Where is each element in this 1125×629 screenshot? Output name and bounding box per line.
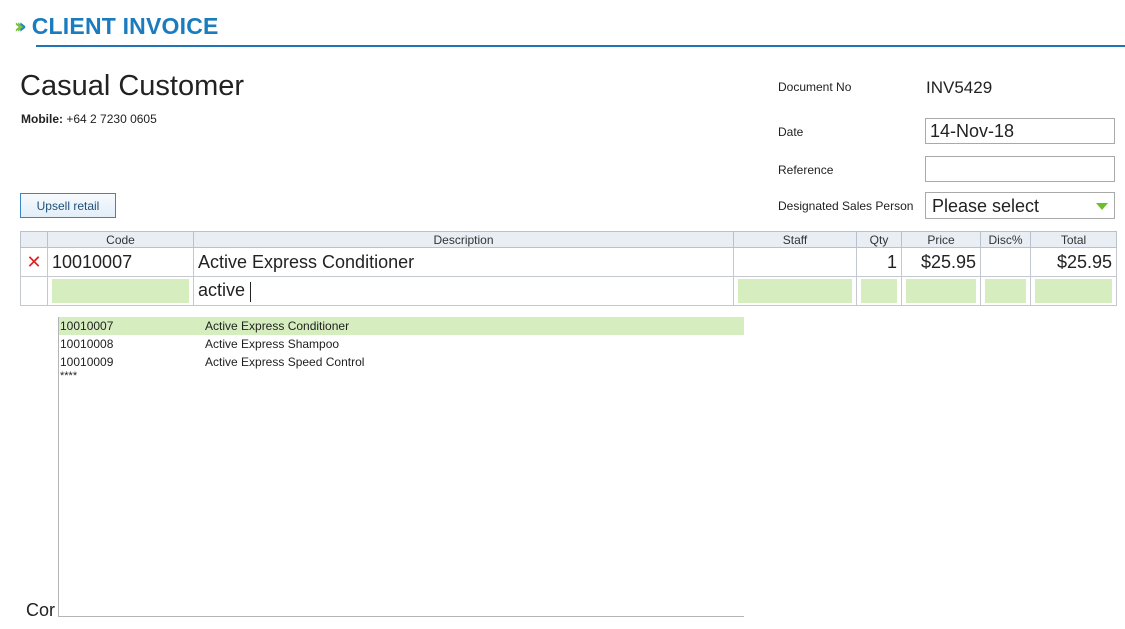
document-no-label: Document No — [778, 80, 852, 94]
row-disc[interactable] — [980, 247, 1031, 277]
col-header-description: Description — [193, 231, 734, 248]
row-code[interactable]: 10010007 — [47, 247, 194, 277]
row-price[interactable]: $25.95 — [901, 247, 981, 277]
sales-person-label: Designated Sales Person — [778, 199, 914, 213]
comments-label: Cor — [26, 600, 56, 620]
reference-label: Reference — [778, 163, 834, 177]
triangle-down-icon[interactable] — [1096, 203, 1108, 210]
table-row: ✕ 10010007 Active Express Conditioner 1 … — [20, 247, 1117, 277]
new-code-input[interactable] — [47, 276, 194, 306]
more-results-indicator[interactable]: **** — [59, 371, 744, 382]
table-header-row: Code Description Staff Qty Price Disc% T… — [20, 231, 1117, 248]
col-header-code: Code — [47, 231, 194, 248]
row-qty[interactable]: 1 — [856, 247, 902, 277]
autocomplete-dropdown: 10010007 Active Express Conditioner 1001… — [58, 317, 744, 617]
customer-mobile: Mobile: +64 2 7230 0605 — [21, 112, 157, 126]
double-chevron-icon: › › › — [14, 14, 27, 38]
col-header-price: Price — [901, 231, 981, 248]
sales-person-selected: Please select — [932, 196, 1040, 216]
description-input-text: active — [198, 280, 246, 301]
row-staff[interactable] — [733, 247, 857, 277]
page-title: CLIENT INVOICE — [31, 12, 219, 39]
item-description: Active Express Shampoo — [205, 337, 340, 351]
document-no-value: INV5429 — [926, 78, 993, 97]
col-header-disc: Disc% — [980, 231, 1031, 248]
page-header: › › › CLIENT INVOICE — [14, 11, 219, 41]
new-price-input[interactable] — [901, 276, 981, 306]
mobile-value: +64 2 7230 0605 — [66, 112, 157, 126]
item-description: Active Express Speed Control — [205, 355, 365, 369]
date-field[interactable] — [925, 118, 1115, 144]
new-item-row: active — [20, 276, 1117, 306]
item-code: 10010008 — [60, 337, 114, 351]
new-qty-input[interactable] — [856, 276, 902, 306]
new-disc-input[interactable] — [980, 276, 1031, 306]
item-code: 10010009 — [60, 355, 114, 369]
new-total-input[interactable] — [1030, 276, 1117, 306]
mobile-label: Mobile: — [21, 112, 63, 126]
row-total: $25.95 — [1030, 247, 1117, 277]
reference-field[interactable] — [925, 156, 1115, 182]
list-item[interactable]: 10010007 Active Express Conditioner — [59, 317, 744, 335]
col-header-total: Total — [1030, 231, 1117, 248]
upsell-retail-button[interactable]: Upsell retail — [20, 193, 116, 218]
date-label: Date — [778, 125, 804, 139]
new-staff-input[interactable] — [733, 276, 857, 306]
invoice-items-table: Code Description Staff Qty Price Disc% T… — [20, 231, 1117, 306]
list-item[interactable]: 10010009 Active Express Speed Control — [59, 353, 744, 371]
header-divider — [36, 45, 1125, 47]
item-code: 10010007 — [60, 319, 114, 333]
sales-person-select[interactable]: Please select — [925, 192, 1115, 219]
item-description: Active Express Conditioner — [205, 319, 350, 333]
new-row-delete-cell — [20, 276, 48, 306]
col-header-delete — [20, 231, 48, 248]
list-item[interactable]: 10010008 Active Express Shampoo — [59, 335, 744, 353]
col-header-staff: Staff — [733, 231, 857, 248]
row-description[interactable]: Active Express Conditioner — [193, 247, 734, 277]
col-header-qty: Qty — [856, 231, 902, 248]
customer-name: Casual Customer — [20, 70, 245, 102]
cross-icon[interactable]: ✕ — [20, 247, 48, 277]
text-caret — [250, 281, 252, 302]
new-description-input[interactable]: active — [193, 276, 734, 306]
